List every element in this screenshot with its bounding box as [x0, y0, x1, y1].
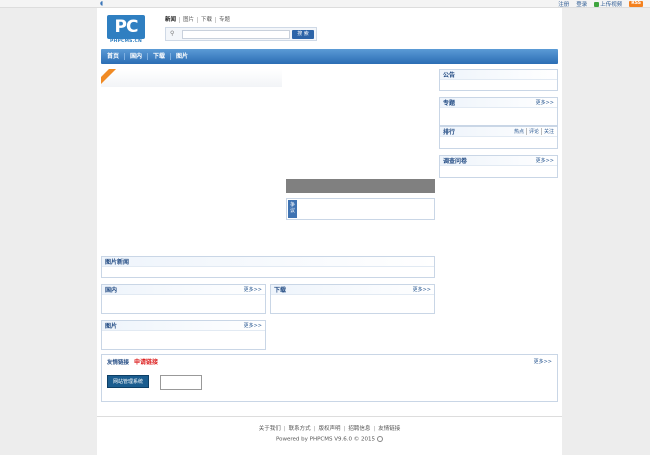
site-logo[interactable]: PC PHPCMS.CN	[107, 15, 145, 45]
upload-icon	[594, 1, 600, 7]
friend-links-box: 友情链接 申请链接 更多>> 网站管理系统	[101, 354, 558, 402]
headline-bar	[286, 179, 435, 193]
stats-icon[interactable]	[376, 436, 383, 442]
ranking-box: 排行 热点 评论 关注	[439, 126, 558, 149]
notice-title: 公告	[443, 72, 456, 79]
friend-logo-broken-image[interactable]	[160, 375, 202, 390]
friend-links-title: 友情链接	[107, 359, 130, 366]
new-ribbon-icon	[101, 69, 117, 85]
register-link[interactable]: 注册	[558, 0, 569, 8]
pictures-more-link[interactable]: 更多>>	[244, 322, 262, 329]
rss-icon[interactable]: RSS	[629, 1, 643, 7]
top-bar: ◖ 注册 登录 上传视频 RSS	[0, 0, 650, 8]
domestic-title: 国内	[105, 287, 118, 294]
search-tab-special[interactable]: 专题	[215, 17, 233, 23]
dispute-box: 争议	[286, 198, 435, 220]
footer-link-about[interactable]: 关于我们	[259, 426, 281, 432]
ranking-tabs: 热点 评论 关注	[514, 128, 554, 135]
friend-logo-cms[interactable]: 网站管理系统	[107, 375, 149, 388]
footer-link-jobs[interactable]: 招聘信息	[341, 426, 371, 432]
page-container: PC PHPCMS.CN 新闻 图片 下载 专题 ⚲ 搜 索 首页 国内 下载 …	[97, 8, 562, 455]
nav-item-domestic[interactable]: 国内	[124, 53, 147, 60]
footer-links: 关于我们联系方式版权声明招聘信息友情链接	[97, 424, 562, 432]
download-title: 下载	[274, 287, 287, 294]
ranking-title: 排行	[443, 129, 456, 136]
upload-label: 上传视频	[600, 2, 623, 8]
copyright-text: Powered by PHPCMS V9.6.0 © 2015	[276, 436, 375, 443]
top-links: 注册 登录 上传视频 RSS	[558, 0, 643, 8]
search-type-tabs: 新闻 图片 下载 专题	[165, 17, 233, 23]
download-box: 下载 更多>>	[270, 284, 435, 314]
footer-link-copyright[interactable]: 版权声明	[311, 426, 341, 432]
search-icon: ⚲	[170, 30, 175, 37]
notice-box: 公告	[439, 69, 558, 91]
download-more-link[interactable]: 更多>>	[413, 286, 431, 293]
pictures-box: 图片 更多>>	[101, 320, 266, 350]
sound-icon[interactable]: ◖	[100, 1, 106, 7]
nav-item-download[interactable]: 下载	[147, 53, 170, 60]
login-link[interactable]: 登录	[576, 0, 587, 8]
dispute-tag: 争议	[288, 200, 297, 218]
search-box: ⚲ 搜 索	[165, 27, 317, 41]
survey-more-link[interactable]: 更多>>	[536, 157, 554, 164]
photo-news-box: 图片新闻	[101, 256, 435, 278]
search-button[interactable]: 搜 索	[292, 30, 314, 39]
logo-text: PHPCMS.CN	[110, 39, 142, 44]
photo-news-title: 图片新闻	[105, 259, 130, 266]
survey-box: 调查问卷 更多>>	[439, 155, 558, 178]
search-tab-download[interactable]: 下载	[197, 17, 215, 23]
slider-header	[101, 69, 282, 87]
special-title: 专题	[443, 100, 456, 107]
survey-title: 调查问卷	[443, 158, 468, 165]
ranking-tab-hot[interactable]: 热点	[514, 128, 524, 135]
search-input[interactable]	[182, 30, 290, 39]
special-box: 专题 更多>>	[439, 97, 558, 126]
footer: 关于我们联系方式版权声明招聘信息友情链接 Powered by PHPCMS V…	[97, 416, 562, 443]
logo-mark: PC	[107, 15, 145, 39]
ranking-tab-follow[interactable]: 关注	[540, 128, 554, 135]
friend-links-more-link[interactable]: 更多>>	[534, 358, 552, 365]
domestic-box: 国内 更多>>	[101, 284, 266, 314]
ranking-tab-comments[interactable]: 评论	[525, 128, 539, 135]
search-tab-pictures[interactable]: 图片	[179, 17, 197, 23]
featured-slider[interactable]	[101, 69, 282, 256]
copyright: Powered by PHPCMS V9.6.0 © 2015	[97, 436, 562, 443]
nav-item-pictures[interactable]: 图片	[170, 53, 193, 60]
nav-item-home[interactable]: 首页	[107, 53, 124, 60]
domestic-more-link[interactable]: 更多>>	[244, 286, 262, 293]
search-tab-news[interactable]: 新闻	[165, 17, 179, 23]
upload-video-link[interactable]: 上传视频	[594, 0, 622, 8]
footer-link-friends[interactable]: 友情链接	[370, 426, 400, 432]
apply-link[interactable]: 申请链接	[134, 359, 158, 366]
special-more-link[interactable]: 更多>>	[536, 99, 554, 106]
main-nav: 首页 国内 下载 图片	[101, 49, 558, 64]
footer-link-contact[interactable]: 联系方式	[281, 426, 311, 432]
pictures-title: 图片	[105, 323, 118, 330]
